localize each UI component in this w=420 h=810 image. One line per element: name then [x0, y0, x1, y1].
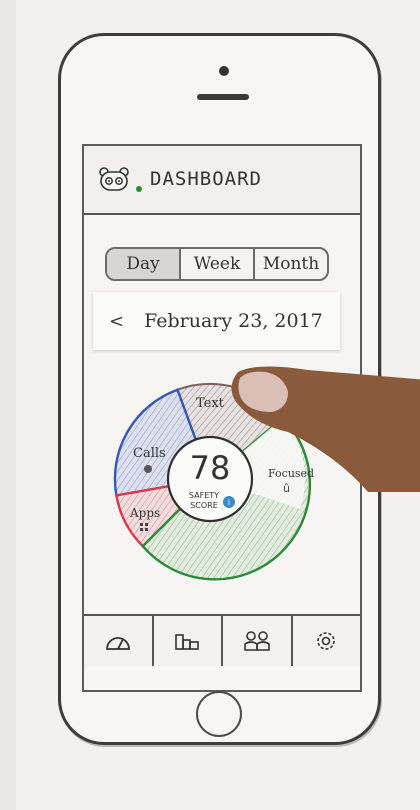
safety-label: SAFETY	[189, 491, 219, 500]
speaker-slot	[197, 94, 249, 100]
page-title: DASHBOARD	[150, 168, 262, 190]
nav-stats[interactable]	[154, 616, 223, 666]
tab-day[interactable]: Day	[107, 249, 181, 279]
nav-dashboard[interactable]	[84, 616, 154, 666]
home-button[interactable]	[196, 691, 242, 737]
segment-apps-label: Apps	[129, 506, 160, 520]
gauge-icon	[105, 637, 130, 650]
people-icon	[243, 631, 270, 651]
settings-icon	[317, 632, 336, 650]
finger-overlay	[231, 366, 420, 492]
nav-settings[interactable]	[293, 616, 361, 666]
status-dot	[136, 186, 142, 192]
segment-calls-label: Calls	[133, 446, 166, 461]
info-icon-glyph: i	[228, 498, 230, 507]
camera-dot	[219, 66, 229, 76]
bar-chart-icon	[175, 634, 200, 650]
period-segmented-control: Day Week Month	[105, 247, 329, 281]
score-label: SCORE	[190, 501, 218, 510]
tab-month[interactable]: Month	[255, 249, 327, 279]
bottom-nav	[84, 614, 360, 666]
nav-people[interactable]	[223, 616, 293, 666]
calls-icon	[144, 465, 152, 473]
tab-week[interactable]: Week	[181, 249, 255, 279]
header: DASHBOARD	[84, 146, 360, 215]
panda-logo-icon	[99, 167, 129, 191]
previous-date-button[interactable]: <	[109, 311, 124, 332]
date-label: February 23, 2017	[144, 310, 323, 332]
date-selector: < February 23, 2017	[93, 292, 340, 350]
